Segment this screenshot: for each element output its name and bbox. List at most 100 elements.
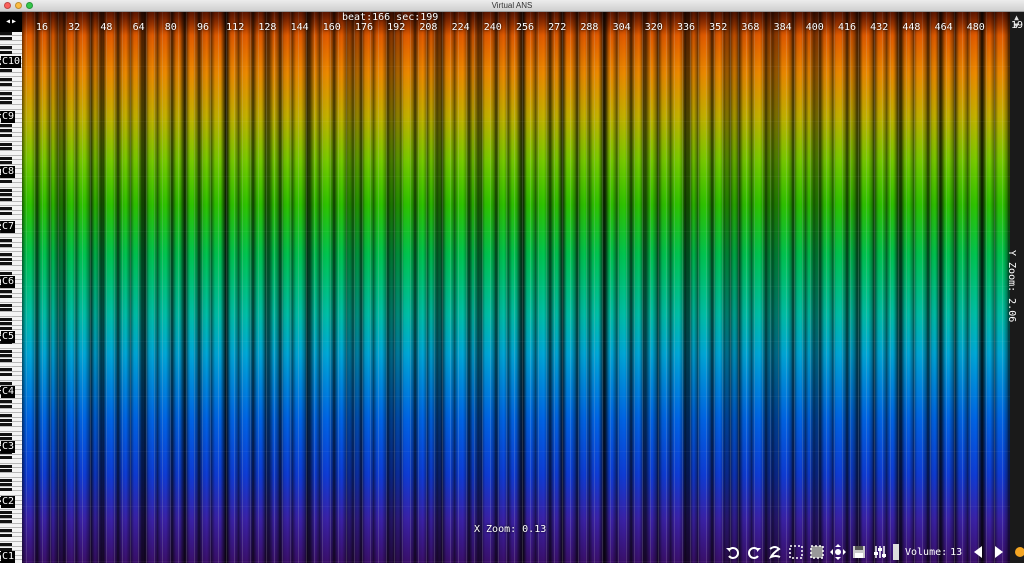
black-key[interactable] — [0, 161, 12, 165]
black-key[interactable] — [0, 290, 12, 293]
black-key[interactable] — [0, 92, 12, 96]
black-key[interactable] — [0, 83, 12, 86]
black-key[interactable] — [0, 349, 12, 353]
save-icon[interactable] — [850, 543, 868, 561]
black-key[interactable] — [0, 372, 12, 376]
black-key[interactable] — [0, 464, 12, 468]
beat-grid-line — [426, 12, 427, 563]
undo-icon[interactable] — [724, 543, 742, 561]
black-key[interactable] — [0, 529, 12, 533]
selection-mode-icon[interactable] — [808, 543, 826, 561]
black-key[interactable] — [0, 211, 12, 215]
black-key[interactable] — [0, 483, 12, 487]
black-key[interactable] — [0, 478, 12, 482]
beat-grid-line — [578, 12, 579, 563]
black-key[interactable] — [0, 46, 12, 50]
black-key[interactable] — [0, 294, 12, 298]
beat-grid-line — [106, 12, 107, 563]
ruler-tick-label: 384 — [773, 22, 792, 33]
black-key[interactable] — [0, 69, 12, 73]
black-key[interactable] — [0, 515, 12, 519]
black-key[interactable] — [0, 193, 12, 197]
black-key[interactable] — [0, 253, 12, 257]
beat-grid-line — [402, 12, 403, 563]
beat-grid-line — [794, 12, 795, 563]
time-ruler[interactable]: beat:166 sec:199 16 32 48 64 80 96 112 128 144 16… — [22, 12, 1010, 36]
black-key[interactable] — [0, 382, 12, 385]
black-key[interactable] — [0, 124, 12, 128]
black-key[interactable] — [0, 257, 12, 261]
ruler-tick-label: 272 — [548, 22, 567, 33]
black-key[interactable] — [0, 156, 12, 160]
refresh-icon[interactable] — [766, 543, 784, 561]
volume-slider-icon[interactable] — [892, 543, 900, 561]
black-key[interactable] — [0, 308, 12, 312]
black-key[interactable] — [0, 101, 12, 105]
black-key[interactable] — [0, 368, 12, 372]
black-key[interactable] — [0, 418, 12, 422]
black-key[interactable] — [0, 133, 12, 137]
black-key[interactable] — [0, 96, 12, 100]
black-key[interactable] — [0, 405, 12, 408]
beat-grid-line — [186, 12, 187, 563]
black-key[interactable] — [0, 239, 12, 243]
black-key[interactable] — [0, 322, 12, 326]
black-key[interactable] — [0, 533, 12, 537]
black-key[interactable] — [0, 50, 12, 54]
black-key[interactable] — [0, 437, 12, 441]
black-key[interactable] — [0, 317, 12, 321]
left-right-arrows-icon[interactable]: ◂▸ — [0, 12, 22, 32]
black-key[interactable] — [0, 78, 12, 82]
black-key[interactable] — [0, 303, 12, 307]
black-key[interactable] — [0, 510, 12, 514]
spectrogram-canvas[interactable] — [22, 12, 1010, 563]
black-key[interactable] — [0, 179, 12, 183]
mixer-icon[interactable] — [871, 543, 889, 561]
ruler-tick-label: 480 — [966, 22, 985, 33]
black-key[interactable] — [0, 207, 12, 211]
black-key[interactable] — [0, 455, 12, 459]
beat-grid-line — [546, 12, 547, 563]
beat-grid — [22, 12, 1010, 563]
beat-grid-line — [394, 12, 395, 563]
beat-grid-line — [466, 12, 467, 563]
black-key[interactable] — [0, 198, 12, 201]
status-indicator-icon[interactable] — [1011, 543, 1024, 561]
piano-keyboard[interactable]: C10 C9 C8 C7 C6 C5 C4 C3 C2 C1 — [0, 12, 22, 563]
beat-grid-line — [338, 12, 339, 563]
black-key[interactable] — [0, 129, 12, 132]
select-icon[interactable] — [787, 543, 805, 561]
ruler-tick-label: 32 — [68, 22, 81, 33]
black-key[interactable] — [0, 262, 12, 266]
beat-grid-line — [266, 12, 267, 563]
black-key[interactable] — [0, 423, 12, 427]
ruler-tick-label: 112 — [226, 22, 245, 33]
redo-icon[interactable] — [745, 543, 763, 561]
black-key[interactable] — [0, 359, 12, 362]
black-key[interactable] — [0, 520, 12, 523]
black-key[interactable] — [0, 188, 12, 192]
black-key[interactable] — [0, 142, 12, 146]
move-icon[interactable] — [829, 543, 847, 561]
black-key[interactable] — [0, 543, 12, 546]
black-key[interactable] — [0, 271, 12, 275]
beat-grid-line — [442, 12, 443, 563]
beat-grid-line — [770, 12, 771, 563]
black-key[interactable] — [0, 37, 12, 40]
black-key[interactable] — [0, 487, 12, 491]
black-key[interactable] — [0, 400, 12, 404]
volume-down-icon[interactable] — [969, 543, 987, 561]
black-key[interactable] — [0, 432, 12, 436]
black-key[interactable] — [0, 326, 12, 330]
black-key[interactable] — [0, 469, 12, 473]
beat-grid-line — [418, 12, 419, 563]
beat-grid-line — [618, 12, 619, 563]
black-key[interactable] — [0, 354, 12, 358]
ruler-tick-label: 448 — [902, 22, 921, 33]
volume-up-icon[interactable] — [990, 543, 1008, 561]
black-key[interactable] — [0, 32, 12, 36]
black-key[interactable] — [0, 414, 12, 418]
beat-grid-line — [202, 12, 203, 563]
black-key[interactable] — [0, 244, 12, 247]
black-key[interactable] — [0, 147, 12, 151]
